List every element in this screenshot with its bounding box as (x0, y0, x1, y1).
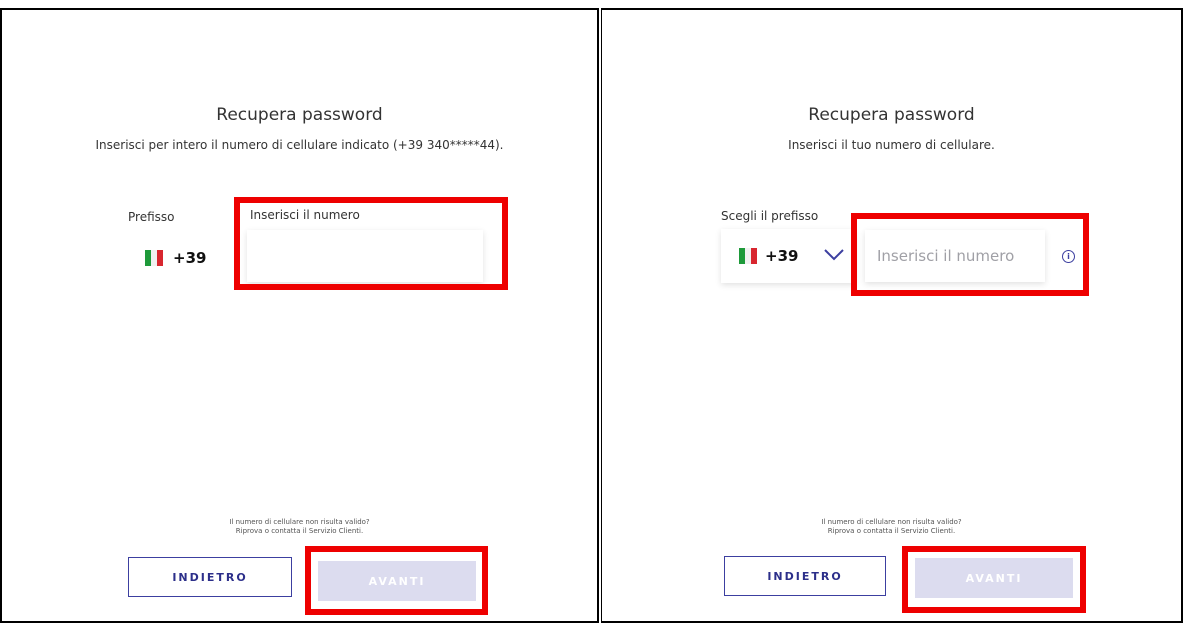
number-label: Inserisci il numero (250, 208, 360, 222)
validation-note-line1: Il numero di cellulare non risulta valid… (229, 518, 370, 526)
phone-number-field[interactable] (865, 230, 1045, 282)
italy-flag-icon (145, 250, 163, 266)
back-button[interactable]: INDIETRO (128, 557, 292, 597)
right-screen: Recupera password Inserisci il tuo numer… (601, 8, 1183, 623)
validation-note-line2: Riprova o contatta il Servizio Clienti. (235, 527, 364, 535)
italy-flag-icon (739, 248, 757, 264)
prefix-label: Prefisso (128, 210, 175, 224)
page-title: Recupera password (808, 105, 975, 125)
page-subtitle: Inserisci per intero il numero di cellul… (95, 138, 504, 152)
left-screen: Recupera password Inserisci per intero i… (0, 8, 599, 623)
chevron-down-icon[interactable] (824, 249, 844, 261)
validation-note: Il numero di cellulare non risulta valid… (2, 518, 597, 536)
next-button[interactable]: AVANTI (915, 558, 1073, 598)
validation-note-line2: Riprova o contatta il Servizio Clienti. (827, 527, 956, 535)
page-subtitle: Inserisci il tuo numero di cellulare. (788, 138, 995, 152)
phone-number-input[interactable] (247, 230, 483, 282)
phone-number-input[interactable] (865, 230, 1045, 282)
info-icon[interactable]: i (1062, 250, 1075, 263)
page-title: Recupera password (216, 105, 383, 125)
back-button[interactable]: INDIETRO (724, 556, 886, 596)
next-button[interactable]: AVANTI (318, 561, 476, 601)
validation-note-line1: Il numero di cellulare non risulta valid… (821, 518, 962, 526)
phone-number-field[interactable] (247, 230, 483, 282)
dial-code: +39 (765, 247, 799, 265)
validation-note: Il numero di cellulare non risulta valid… (602, 518, 1181, 536)
prefix-label: Scegli il prefisso (721, 209, 819, 223)
prefix-selector[interactable]: +39 (721, 229, 855, 283)
dial-code: +39 (173, 249, 207, 267)
